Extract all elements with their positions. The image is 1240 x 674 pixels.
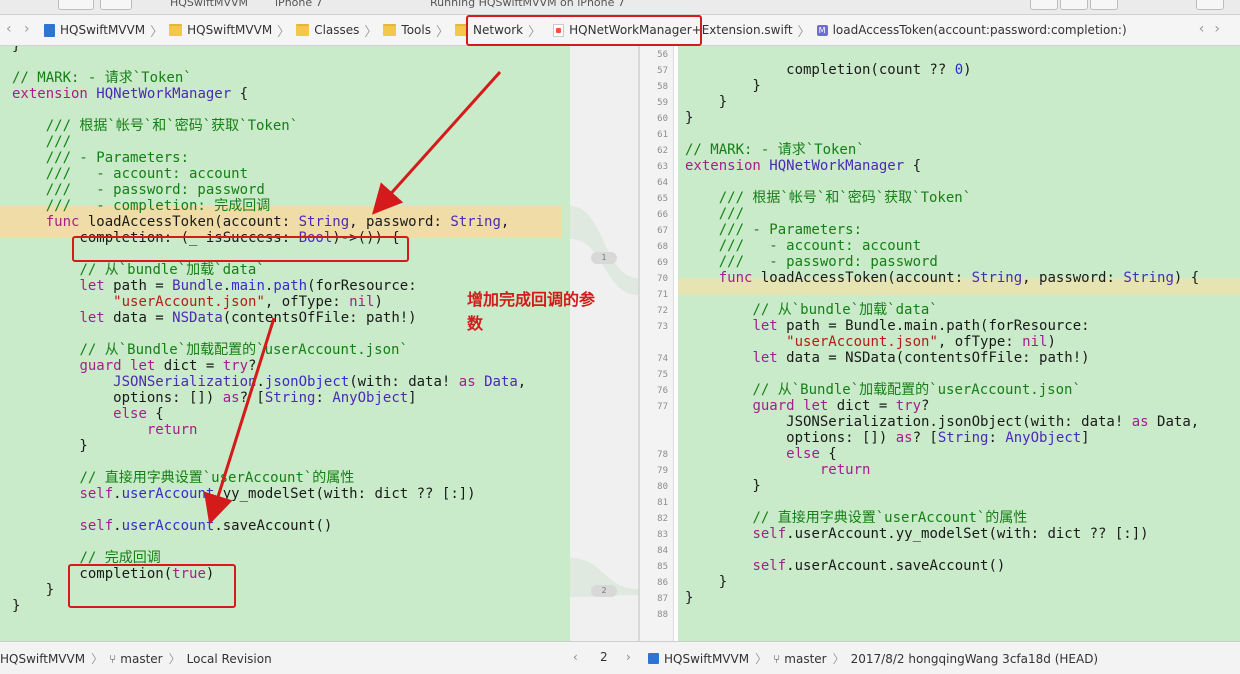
branch-icon: ⑂ bbox=[773, 651, 781, 666]
arrow-to-completion-call bbox=[203, 317, 276, 525]
arrow-to-filename bbox=[371, 70, 502, 215]
annotation-arrows bbox=[203, 70, 502, 525]
branch-icon: ⑂ bbox=[109, 651, 117, 666]
left-revision-path[interactable]: HQSwiftMVVM 〉 ⑂ master 〉 Local Revision bbox=[0, 650, 272, 667]
previous-change-icon[interactable]: ‹ bbox=[573, 650, 578, 664]
project-icon bbox=[648, 653, 659, 664]
version-bottom-bar: HQSwiftMVVM 〉 ⑂ master 〉 Local Revision ‹ 2… bbox=[0, 641, 1240, 674]
next-change-icon[interactable]: › bbox=[626, 650, 631, 664]
page-number: 2 bbox=[600, 650, 608, 664]
right-revision-path[interactable]: HQSwiftMVVM 〉 ⑂ master 〉 2017/8/2 hongqingW… bbox=[648, 650, 1098, 667]
